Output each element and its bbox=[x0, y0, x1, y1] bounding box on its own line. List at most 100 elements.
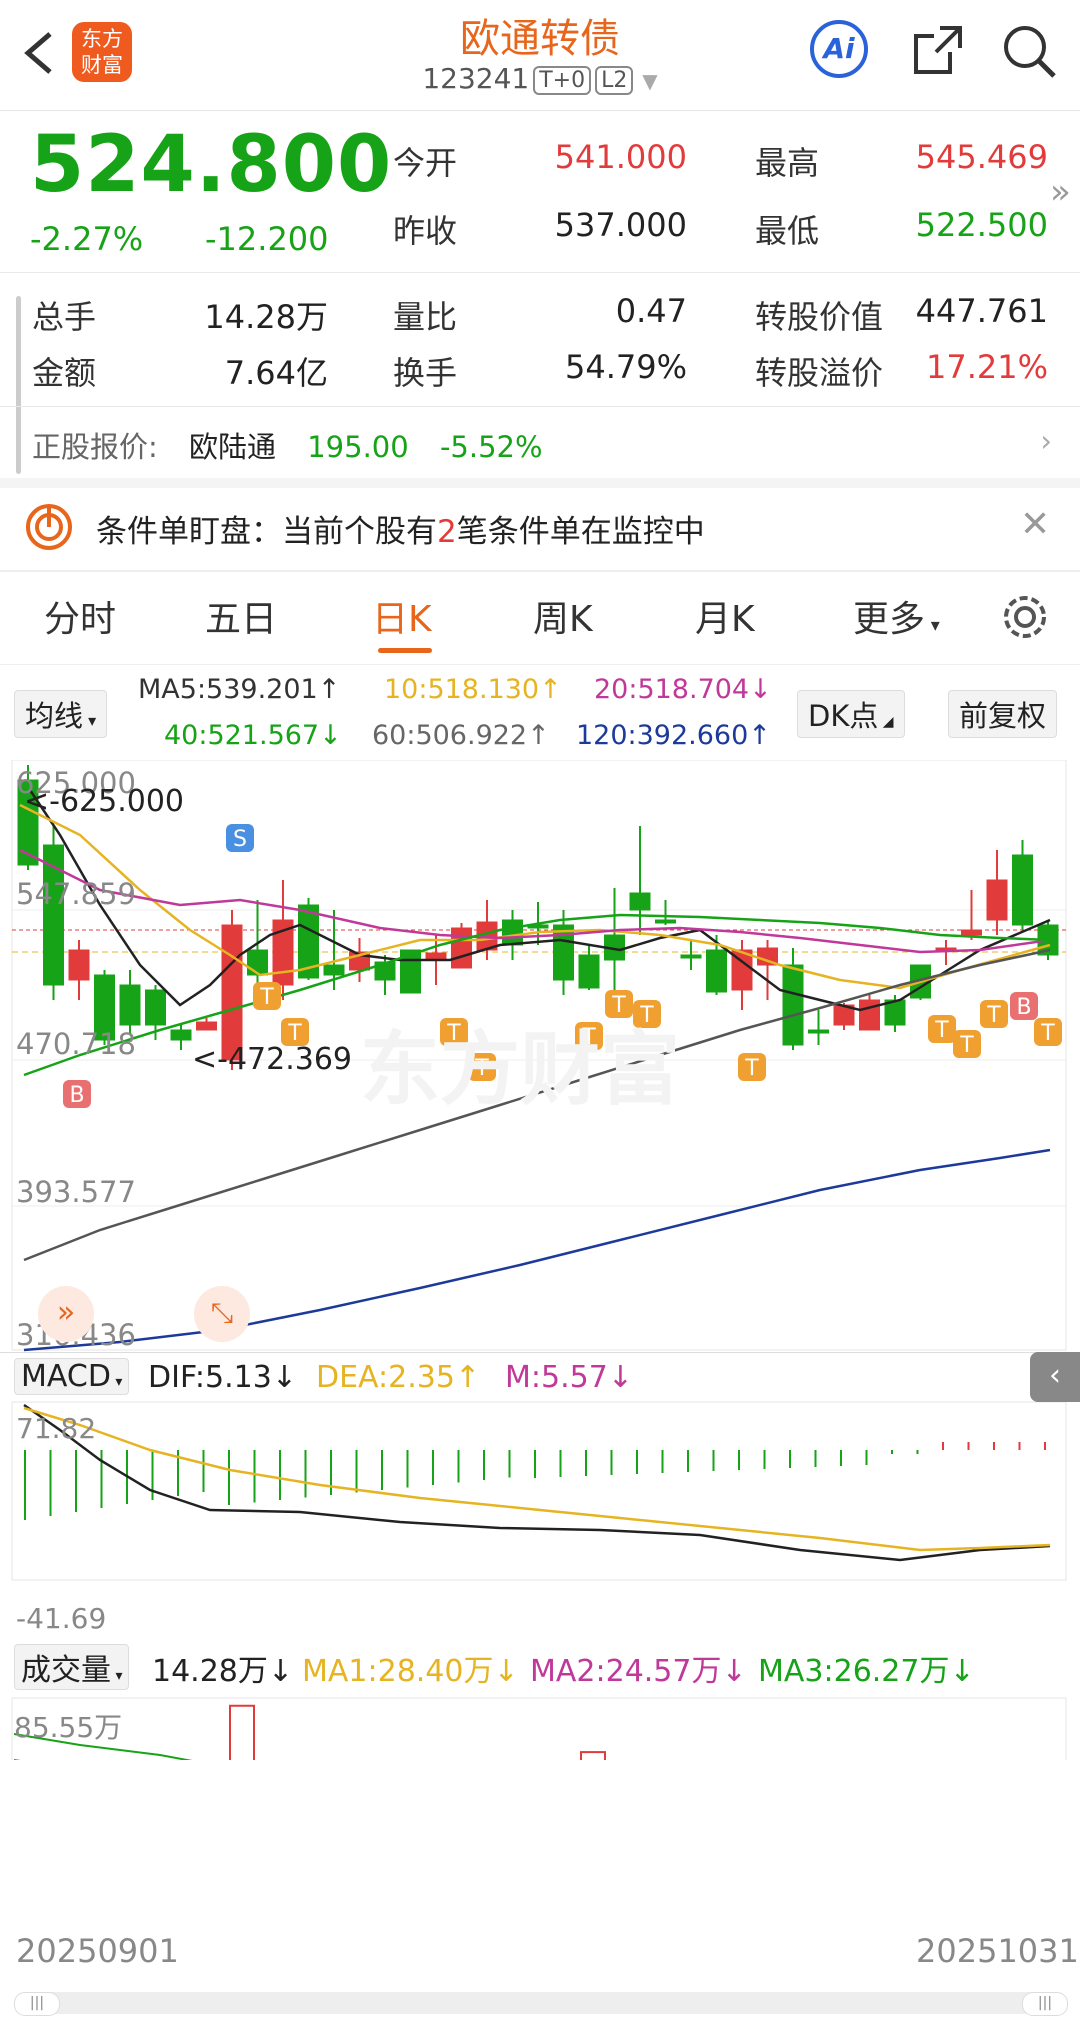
ma5-line bbox=[28, 789, 1051, 1012]
watermark: 东方财富 bbox=[360, 1023, 680, 1116]
corner-icon: ◢ bbox=[878, 714, 894, 730]
candle-body bbox=[629, 892, 651, 911]
candle-body bbox=[119, 984, 141, 1026]
volume-current: 14.28万↓ bbox=[152, 1654, 294, 1689]
tab-monthly-k[interactable]: 月K bbox=[695, 590, 755, 642]
condition-alert-bar[interactable]: 条件单盯盘：当前个股有2笔条件单在监控中 ✕ bbox=[0, 490, 1080, 570]
tab-more[interactable]: 更多 ▾ bbox=[853, 590, 940, 642]
volume-ma1: MA1:28.40万↓ bbox=[302, 1654, 519, 1689]
trade-marker-t-label: T bbox=[744, 1056, 759, 1081]
code-text: 123241 bbox=[422, 62, 530, 95]
premium-value: 17.21% bbox=[925, 348, 1048, 386]
tab-weekly-k[interactable]: 周K bbox=[533, 590, 593, 642]
amount-value: 7.64亿 bbox=[224, 354, 328, 392]
scroll-handle-left[interactable]: ||| bbox=[14, 1992, 60, 2016]
dropdown-icon: ▾ bbox=[110, 1374, 123, 1390]
volume-ma2: MA2:24.57万↓ bbox=[530, 1654, 747, 1689]
dk-point-button[interactable]: DK点 ◢ bbox=[797, 690, 905, 738]
candle-body bbox=[196, 1021, 217, 1031]
fullscreen-icon[interactable]: ⤡ bbox=[194, 1286, 250, 1342]
l2-badge: L2 bbox=[595, 65, 634, 95]
macd-ymin: -41.69 bbox=[16, 1602, 107, 1635]
trade-marker-t-label: T bbox=[934, 1018, 949, 1043]
tab-minute[interactable]: 分时 bbox=[44, 590, 116, 642]
ai-icon[interactable]: Ai bbox=[810, 20, 868, 78]
adjust-button[interactable]: 前复权 bbox=[948, 690, 1058, 738]
divider bbox=[0, 1352, 1080, 1353]
divider bbox=[0, 406, 1080, 407]
macd-ymax: 71.82 bbox=[16, 1412, 97, 1445]
turnover-label: 换手 bbox=[393, 354, 458, 392]
high-marker: <-625.000 bbox=[24, 784, 185, 819]
kline-y2: 547.859 bbox=[16, 877, 136, 911]
high-label: 最高 bbox=[755, 144, 820, 182]
close-icon[interactable]: ✕ bbox=[1020, 504, 1050, 545]
search-icon[interactable] bbox=[1000, 22, 1058, 84]
ratio-label: 量比 bbox=[393, 298, 458, 336]
candle-body bbox=[961, 929, 982, 936]
candle-body bbox=[706, 949, 727, 993]
trade-marker-t-label: T bbox=[259, 985, 274, 1010]
date-start: 20250901 bbox=[16, 1932, 179, 1970]
candle-body bbox=[578, 954, 600, 989]
alert-suffix: 笔条件单在监控中 bbox=[456, 514, 705, 550]
tab-daily-k[interactable]: 日K bbox=[372, 590, 432, 642]
last-price: 524.800 bbox=[30, 120, 393, 210]
volume-ma3: MA3:26.27万↓ bbox=[758, 1654, 975, 1689]
dk-label: DK点 bbox=[808, 699, 879, 733]
expand-left-icon[interactable]: » bbox=[38, 1286, 94, 1342]
turnover-value: 54.79% bbox=[564, 348, 687, 386]
volume-ma3-line bbox=[13, 1733, 193, 1760]
volume-bar bbox=[580, 1751, 606, 1760]
ma-selector[interactable]: 均线 ▾ bbox=[14, 690, 108, 738]
dropdown-icon: ▾ bbox=[925, 615, 940, 636]
candle-body bbox=[655, 919, 676, 924]
change-percent: -2.27% bbox=[30, 220, 144, 258]
alert-count: 2 bbox=[437, 514, 457, 550]
alert-prefix: 条件单盯盘：当前个股有 bbox=[96, 514, 437, 550]
candle-body bbox=[859, 999, 880, 1031]
collapse-panel-icon[interactable]: ‹ bbox=[1030, 1352, 1080, 1402]
chevron-right-icon[interactable]: › bbox=[1040, 424, 1052, 458]
trade-marker-t-label: T bbox=[959, 1033, 974, 1058]
date-end: 20251031 bbox=[916, 1932, 1079, 1970]
volume-label: 总手 bbox=[32, 298, 97, 336]
expand-chevron-icon[interactable]: » bbox=[1050, 172, 1071, 212]
kline-y4: 393.577 bbox=[16, 1175, 136, 1209]
divider bbox=[0, 570, 1080, 572]
settings-gear-icon[interactable] bbox=[1000, 592, 1050, 646]
candle-body bbox=[1012, 854, 1033, 926]
stock-name: 欧陆通 bbox=[189, 430, 277, 464]
ma40-value: 40:521.567↓ bbox=[164, 720, 342, 751]
trade-marker-t-label: T bbox=[1040, 1021, 1055, 1046]
trade-marker-b-label: B bbox=[1016, 995, 1031, 1020]
macd-m: M:5.57↓ bbox=[505, 1360, 633, 1395]
low-marker: <-472.369 bbox=[192, 1042, 353, 1077]
prevclose-label: 昨收 bbox=[393, 212, 458, 250]
tab-five-day[interactable]: 五日 bbox=[205, 590, 277, 642]
macd-dea: DEA:2.35↑ bbox=[316, 1360, 481, 1395]
candle-body bbox=[145, 989, 166, 1026]
scroll-handle-right[interactable]: ||| bbox=[1022, 1992, 1068, 2016]
share-icon[interactable] bbox=[910, 22, 966, 82]
dropdown-icon[interactable]: ▼ bbox=[642, 69, 657, 93]
candle-body bbox=[170, 1029, 192, 1041]
macd-selector[interactable]: MACD ▾ bbox=[14, 1358, 130, 1395]
volume-selector-label: 成交量 bbox=[21, 1653, 111, 1688]
candle-body bbox=[221, 924, 243, 1061]
dropdown-icon: ▾ bbox=[111, 1668, 123, 1684]
target-icon bbox=[24, 502, 74, 556]
timeline-scrollbar[interactable]: ||| ||| bbox=[14, 1992, 1068, 2016]
candle-body bbox=[782, 964, 804, 1046]
conv-value: 447.761 bbox=[915, 292, 1048, 330]
low-label: 最低 bbox=[755, 212, 820, 250]
volume-selector[interactable]: 成交量 ▾ bbox=[14, 1644, 130, 1690]
ratio-value: 0.47 bbox=[615, 292, 687, 330]
ma60-value: 60:506.922↑ bbox=[372, 720, 550, 751]
underlying-stock-row[interactable]: 正股报价: 欧陆通 195.00 -5.52% › bbox=[32, 424, 1052, 464]
candle-body bbox=[502, 919, 523, 946]
ma-selector-label: 均线 bbox=[25, 699, 84, 733]
conv-value-label: 转股价值 bbox=[755, 298, 884, 336]
t0-badge: T+0 bbox=[533, 65, 592, 95]
kline-chart[interactable]: TT TTTT TTTTTTSBB bbox=[0, 760, 1080, 1760]
